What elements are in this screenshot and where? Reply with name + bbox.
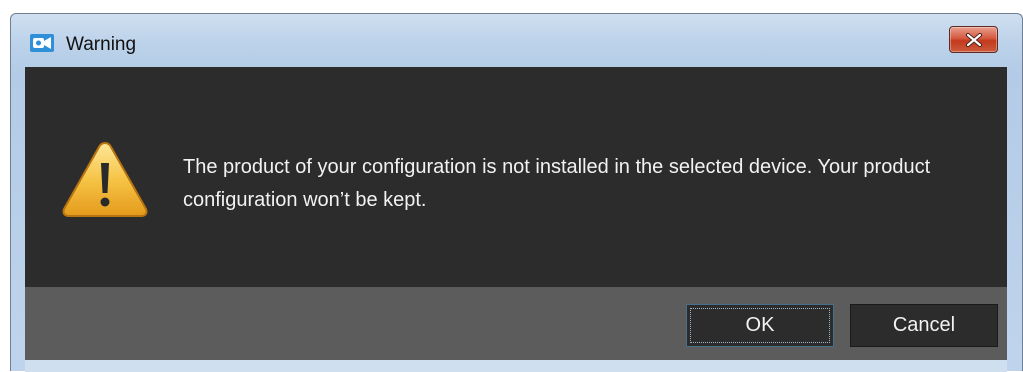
button-bar: OK Cancel <box>25 287 1007 360</box>
cancel-button[interactable]: Cancel <box>850 304 998 347</box>
warning-dialog: Warning The product of your configuratio… <box>10 13 1023 372</box>
cancel-button-label: Cancel <box>892 314 956 336</box>
warning-message: The product of your configuration is not… <box>183 156 931 211</box>
title-bar[interactable]: Warning <box>11 14 1022 66</box>
window-bottom-border <box>25 360 1007 372</box>
ok-button[interactable]: OK <box>686 304 834 347</box>
close-button[interactable] <box>949 26 998 53</box>
focus-ring <box>690 308 830 343</box>
camera-app-icon <box>30 34 54 52</box>
dialog-body: The product of your configuration is not… <box>25 67 1007 372</box>
warning-triangle-icon <box>60 139 150 219</box>
close-icon <box>965 32 983 47</box>
window-title: Warning <box>66 34 137 55</box>
message-area: The product of your configuration is not… <box>25 67 1007 287</box>
